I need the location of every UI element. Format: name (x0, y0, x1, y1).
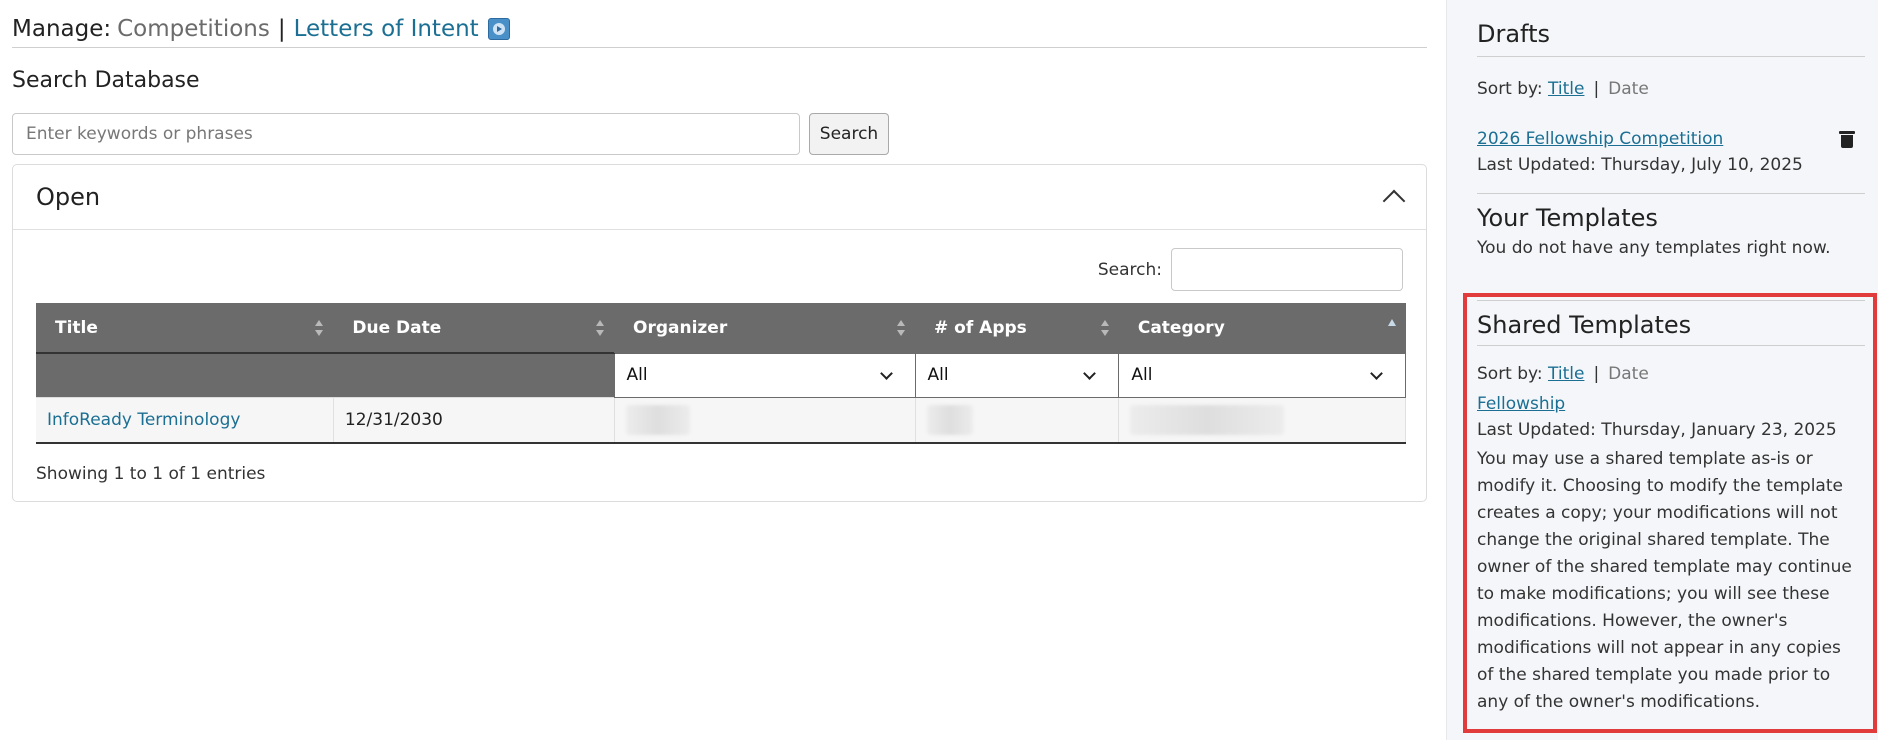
chevron-down-icon (1370, 366, 1383, 380)
draft-title-link[interactable]: 2026 Fellowship Competition (1477, 129, 1723, 149)
chevron-up-icon[interactable] (1382, 189, 1406, 213)
category-filter-select[interactable]: All (1118, 352, 1406, 398)
table-search-input[interactable] (1171, 248, 1403, 291)
column-header-due-date[interactable]: Due Date (333, 303, 614, 353)
divider (1477, 193, 1865, 194)
redacted-organizer (625, 404, 690, 435)
organizer-filter-select[interactable]: All (613, 352, 916, 398)
sort-icon (596, 320, 604, 336)
draft-item: 2026 Fellowship Competition Last Updated… (1477, 129, 1865, 175)
draft-last-updated: Last Updated: Thursday, July 10, 2025 (1477, 155, 1803, 175)
cell-due-date: 12/31/2030 (333, 396, 615, 444)
chevron-down-icon (1083, 366, 1097, 380)
sidebar: Drafts Sort by: Title | Date 2026 Fellowsh… (1446, 0, 1878, 740)
cell-apps (915, 396, 1120, 444)
no-templates-message: You do not have any templates right now. (1477, 238, 1831, 258)
header-separator: | (277, 15, 286, 42)
table-search-label: Search: (1097, 259, 1162, 280)
cell-category (1118, 396, 1406, 444)
keyword-search-input[interactable] (12, 113, 800, 155)
search-row: Search (12, 113, 1427, 155)
sort-ascending-icon (1387, 319, 1396, 326)
competitions-link[interactable]: Competitions (117, 11, 270, 47)
drafts-section: Drafts Sort by: Title | Date 2026 Fellowsh… (1477, 20, 1865, 175)
video-help-icon[interactable] (487, 17, 510, 40)
table-info: Showing 1 to 1 of 1 entries (36, 464, 266, 484)
search-button[interactable]: Search (809, 113, 889, 155)
open-panel: Open Search: Title Due Date Organizer # … (12, 164, 1427, 502)
sort-icon (897, 320, 905, 336)
open-panel-header[interactable]: Open (13, 165, 1426, 230)
your-templates-section: Your Templates You do not have any templ… (1477, 204, 1865, 258)
divider (1477, 56, 1865, 57)
manage-header: Manage: Competitions | Letters of Intent (12, 12, 1427, 48)
your-templates-title: Your Templates (1477, 204, 1658, 232)
drafts-title: Drafts (1477, 20, 1550, 48)
competitions-table: Title Due Date Organizer # of Apps Categ… (36, 303, 1406, 444)
sort-icon (315, 320, 324, 336)
column-header-organizer[interactable]: Organizer (614, 303, 915, 353)
apps-filter-select[interactable]: All (914, 352, 1120, 398)
table-row: InfoReady Terminology 12/31/2030 (36, 396, 1406, 444)
column-header-title[interactable]: Title (36, 303, 334, 353)
drafts-sort-title-link[interactable]: Title (1548, 79, 1584, 99)
filter-row: All All All (36, 352, 1406, 398)
manage-label: Manage: (12, 15, 112, 42)
chevron-down-icon (879, 366, 893, 380)
trash-icon[interactable] (1839, 131, 1855, 148)
drafts-sort-date-link[interactable]: Date (1608, 79, 1649, 99)
search-database-title: Search Database (12, 68, 200, 93)
competition-title-link[interactable]: InfoReady Terminology (47, 410, 240, 430)
open-panel-title: Open (36, 183, 101, 211)
table-search: Search: (13, 230, 1426, 291)
redacted-apps (926, 404, 973, 435)
redacted-category (1130, 404, 1285, 435)
cell-organizer (614, 396, 916, 444)
column-header-apps[interactable]: # of Apps (915, 303, 1119, 353)
sort-icon (1100, 320, 1109, 336)
column-header-category[interactable]: Category (1118, 303, 1406, 353)
drafts-sort: Sort by: Title | Date (1477, 79, 1649, 99)
cell-title: InfoReady Terminology (36, 396, 334, 444)
letters-of-intent-link[interactable]: Letters of Intent (294, 11, 479, 47)
highlight-box (1463, 293, 1877, 733)
main-content: Manage: Competitions | Letters of Intent… (0, 0, 1446, 740)
